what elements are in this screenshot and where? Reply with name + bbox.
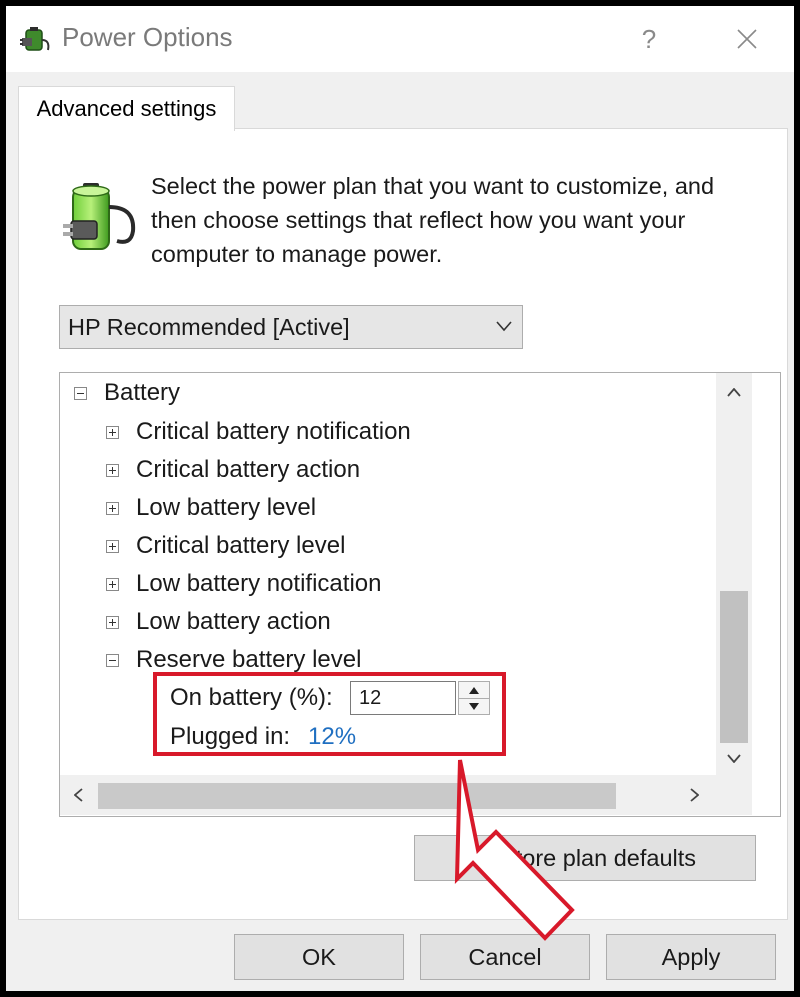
tree-item-label: Reserve battery level [136,646,362,673]
tree-item-label: Low battery notification [136,570,382,597]
advanced-settings-panel: Select the power plan that you want to c… [18,128,788,920]
on-battery-label: On battery (%): [170,684,333,711]
power-plan-selected: HP Recommended [Active] [68,314,350,340]
tree-item-label: Critical battery level [136,532,346,559]
window-title: Power Options [62,22,233,52]
plan-description: Select the power plan that you want to c… [151,173,715,267]
expand-icon[interactable] [106,616,119,629]
scroll-right-button[interactable] [676,775,712,815]
scroll-up-button[interactable] [716,373,752,411]
help-button[interactable]: ? [624,18,674,60]
apply-button[interactable]: Apply [606,934,776,980]
collapse-icon[interactable] [74,387,87,400]
vertical-scroll-thumb[interactable] [720,591,748,743]
collapse-icon[interactable] [106,654,119,667]
plugged-in-label: Plugged in: [170,723,291,750]
title-bar[interactable]: Power Options ? [6,6,794,72]
expand-icon[interactable] [106,578,119,591]
vertical-scrollbar[interactable] [716,373,752,775]
chevron-up-icon [727,387,741,397]
power-plug-icon [20,27,50,51]
tree-item-label: Critical battery action [136,456,361,483]
chevron-left-icon [73,788,83,802]
horizontal-scrollbar[interactable] [60,775,752,815]
power-plan-dropdown[interactable]: HP Recommended [Active] [59,305,523,349]
on-battery-spinner[interactable] [458,681,490,715]
tree-item-label: Low battery action [136,608,331,635]
chevron-down-icon [496,321,512,332]
ok-button[interactable]: OK [234,934,404,980]
restore-plan-defaults-button[interactable]: Restore plan defaults [414,835,756,881]
close-icon [737,29,757,49]
spin-up-button[interactable] [459,682,489,699]
plugged-in-value[interactable]: 12% [308,723,356,751]
tree-item-label: Battery [104,379,181,406]
on-battery-percent-input[interactable] [350,681,456,715]
tree-item-label: Low battery level [136,494,317,521]
expand-icon[interactable] [106,464,119,477]
expand-icon[interactable] [106,426,119,439]
triangle-down-icon [469,702,479,710]
spin-down-button[interactable] [459,698,489,714]
chevron-right-icon [689,788,699,802]
expand-icon[interactable] [106,540,119,553]
scroll-down-button[interactable] [716,739,752,777]
settings-tree: Battery Critical battery notification Cr… [59,372,781,817]
scroll-left-button[interactable] [60,775,96,815]
triangle-up-icon [469,686,479,694]
tab-advanced-settings[interactable]: Advanced settings [18,86,235,131]
battery-plug-icon [63,183,136,250]
chevron-down-icon [727,753,741,763]
expand-icon[interactable] [106,502,119,515]
close-button[interactable] [722,18,772,60]
power-options-window: Power Options ? Advanced settings Select… [6,6,794,991]
tree-item-label: Critical battery notification [136,418,411,445]
cancel-button[interactable]: Cancel [420,934,590,980]
horizontal-scroll-thumb[interactable] [98,783,616,809]
